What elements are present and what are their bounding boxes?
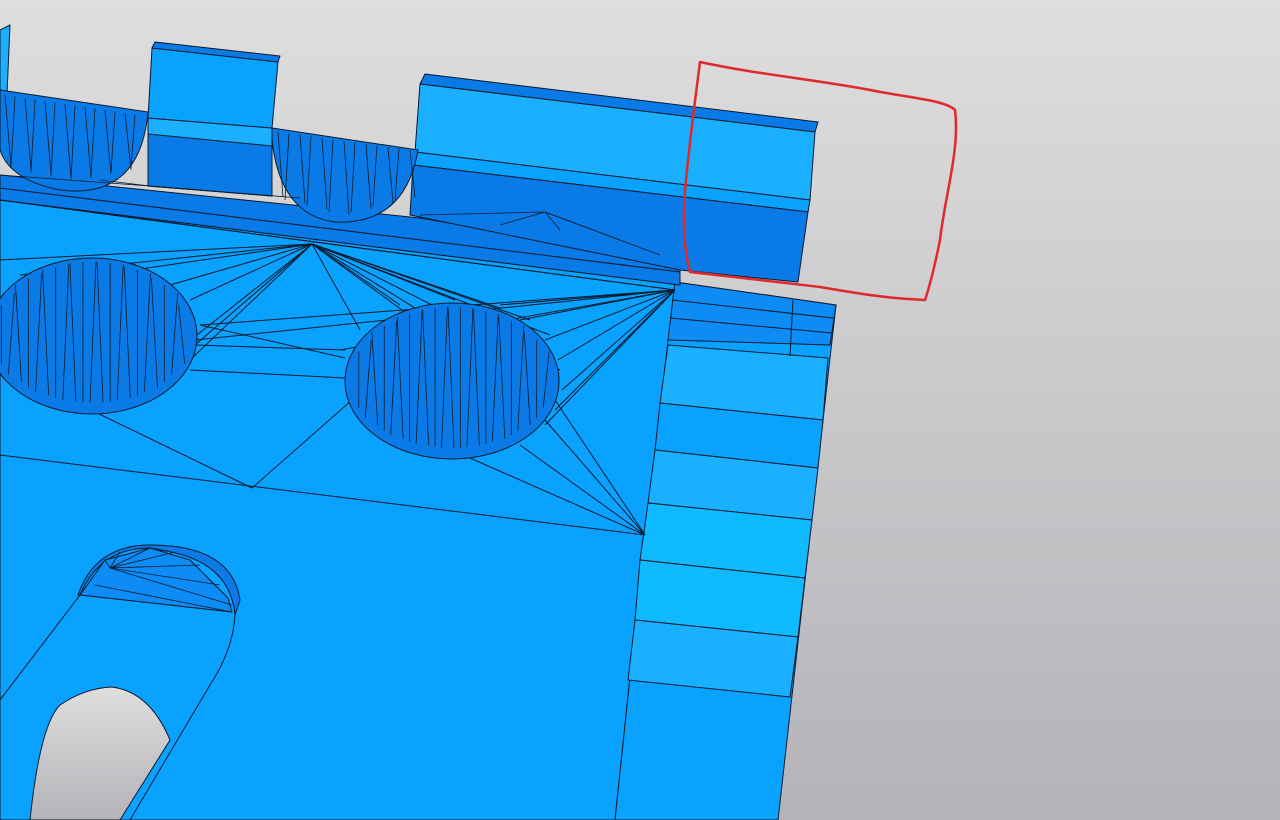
hole-left[interactable] <box>0 257 198 415</box>
hole-right[interactable] <box>344 302 560 460</box>
3d-model-scene[interactable] <box>0 0 1280 820</box>
cad-3d-viewport[interactable] <box>0 0 1280 820</box>
3d-part-model[interactable] <box>0 24 837 820</box>
